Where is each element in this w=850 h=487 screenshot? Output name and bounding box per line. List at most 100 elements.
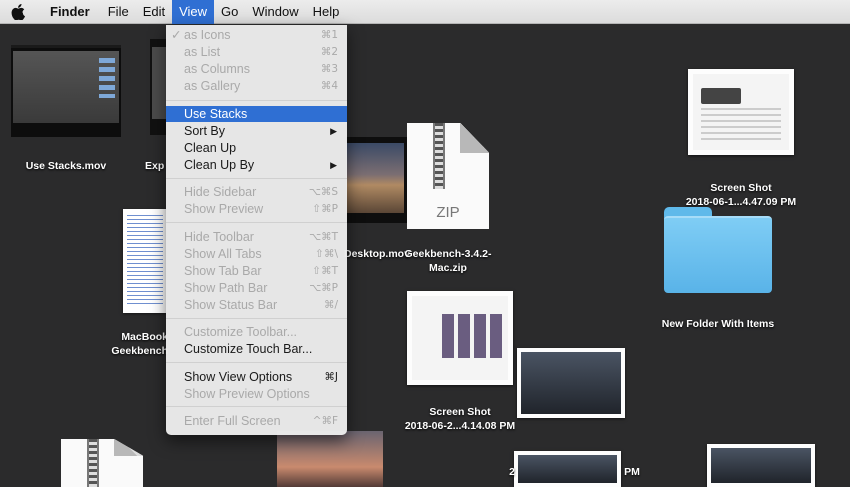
menu-separator <box>166 178 347 179</box>
menu-item-show-preview[interactable]: Show Preview ⇧⌘P <box>166 201 347 217</box>
menu-item-customize-touch-bar[interactable]: Customize Touch Bar... <box>166 341 347 357</box>
screenshot-grid <box>442 314 504 358</box>
shortcut-label: ⌥⌘P <box>309 282 338 294</box>
zip-file-icon-2[interactable] <box>61 439 143 487</box>
screenshot-thumbnail-6[interactable] <box>707 444 815 487</box>
icon-label-new-folder: New Folder With Items <box>661 318 775 330</box>
screenshot-content <box>701 88 741 104</box>
desert-image <box>346 143 404 213</box>
menu-item-label: Clean Up <box>184 141 237 155</box>
video-icons <box>99 58 115 98</box>
desktop-video-thumbnail[interactable] <box>346 137 408 223</box>
exp-frame <box>152 47 166 119</box>
shortcut-label: ⌥⌘T <box>308 231 338 243</box>
desktop: Use Stacks.mov Exp Desktop.mov ZIP Geekb… <box>0 25 850 487</box>
menu-item-as-columns[interactable]: as Columns ⌘3 <box>166 61 347 77</box>
menu-item-customize-toolbar[interactable]: Customize Toolbar... <box>166 324 347 340</box>
menu-separator <box>166 222 347 223</box>
icon-label-macbook-geekbench: MacBook Geekbench <box>111 331 168 357</box>
menu-item-label: as Gallery <box>184 79 241 93</box>
zipper-icon-2 <box>87 439 100 487</box>
menu-item-label: Hide Toolbar <box>184 230 254 244</box>
menu-item-label: Show Status Bar <box>184 298 278 312</box>
menu-item-clean-up[interactable]: Clean Up <box>166 140 347 156</box>
shortcut-label: ⌘3 <box>320 63 338 75</box>
menu-item-label: Show View Options <box>184 370 293 384</box>
icon-label-exp: Exp <box>145 160 165 172</box>
icon-label-screenshot-2: Screen Shot 2018-06-2...4.14.08 PM <box>404 406 516 432</box>
zip-file-icon[interactable]: ZIP <box>407 123 489 229</box>
submenu-arrow-icon: ▶ <box>330 126 337 136</box>
icon-label-partial-pm: PM <box>624 466 640 478</box>
document-thumbnail[interactable] <box>123 209 166 313</box>
use-stacks-video-thumbnail[interactable] <box>11 45 121 137</box>
apple-menu-icon[interactable] <box>11 3 29 21</box>
menu-item-as-list[interactable]: as List ⌘2 <box>166 44 347 60</box>
menu-item-label: Show Path Bar <box>184 281 268 295</box>
page-fold <box>460 123 489 153</box>
menu-item-show-path-bar[interactable]: Show Path Bar ⌥⌘P <box>166 280 347 296</box>
menu-item-label: as List <box>184 45 221 59</box>
menu-separator <box>166 100 347 101</box>
menu-item-show-view-options[interactable]: Show View Options ⌘J <box>166 369 347 385</box>
shortcut-label: ⌘1 <box>320 29 338 41</box>
menu-item-sort-by[interactable]: Sort By ▶ <box>166 123 347 139</box>
menu-item-show-preview-options[interactable]: Show Preview Options <box>166 386 347 402</box>
menu-separator <box>166 318 347 319</box>
shortcut-label: ⌘4 <box>320 80 338 92</box>
folder-body <box>664 216 772 293</box>
menu-bar: Finder File Edit View Go Window Help <box>0 0 850 24</box>
menu-item-hide-sidebar[interactable]: Hide Sidebar ⌥⌘S <box>166 184 347 200</box>
menu-file[interactable]: File <box>101 0 136 24</box>
screenshot-thumbnail-3[interactable] <box>517 348 625 418</box>
menu-go[interactable]: Go <box>214 0 245 24</box>
menu-item-label: as Columns <box>184 62 250 76</box>
screenshot-dark <box>521 352 621 414</box>
shortcut-label: ⌥⌘S <box>308 186 338 198</box>
menu-view[interactable]: View <box>172 0 215 24</box>
page-fold-2 <box>114 439 143 456</box>
menu-item-as-gallery[interactable]: as Gallery ⌘4 <box>166 78 347 94</box>
menu-item-use-stacks[interactable]: Use Stacks <box>166 106 347 122</box>
menu-item-as-icons[interactable]: ✓ as Icons ⌘1 <box>166 27 347 43</box>
menu-separator <box>166 406 347 407</box>
menu-finder[interactable]: Finder <box>43 0 97 24</box>
shortcut-label: ⇧⌘P <box>312 203 338 215</box>
menu-separator <box>166 362 347 363</box>
icon-label-geekbench-zip: Geekbench-3.4.2- Mac.zip <box>404 248 492 274</box>
exp-thumbnail[interactable] <box>150 39 166 135</box>
shortcut-label: ⇧⌘\ <box>315 248 338 260</box>
icon-label-partial-2: 2 <box>509 466 515 478</box>
menu-item-show-status-bar[interactable]: Show Status Bar ⌘/ <box>166 297 347 313</box>
menu-edit[interactable]: Edit <box>136 0 172 24</box>
zip-file-type: ZIP <box>436 204 460 221</box>
shortcut-label: ⌘2 <box>320 46 338 58</box>
screenshot-thumbnail-1[interactable] <box>688 69 794 155</box>
menu-item-label: Sort By <box>184 124 225 138</box>
screenshot-thumbnail-5[interactable] <box>514 451 621 487</box>
menu-item-label: Customize Touch Bar... <box>184 342 313 356</box>
screenshot-thumbnail-2[interactable] <box>407 291 513 385</box>
screenshot-dark-6 <box>711 448 811 483</box>
menu-item-label: Enter Full Screen <box>184 414 281 428</box>
menu-item-label: Use Stacks <box>184 107 248 121</box>
menu-window[interactable]: Window <box>245 0 305 24</box>
shortcut-label: ⌘/ <box>323 299 338 311</box>
view-menu: ✓ as Icons ⌘1 as List ⌘2 as Columns ⌘3 a… <box>166 25 347 435</box>
menu-item-clean-up-by[interactable]: Clean Up By ▶ <box>166 157 347 173</box>
menu-item-hide-toolbar[interactable]: Hide Toolbar ⌥⌘T <box>166 229 347 245</box>
screenshot-thumbnail-4[interactable] <box>277 431 383 487</box>
menu-item-enter-full-screen[interactable]: Enter Full Screen ^⌘F <box>166 413 347 429</box>
icon-label-screenshot-1: Screen Shot 2018-06-1...4.47.09 PM <box>685 182 797 208</box>
menu-item-label: Customize Toolbar... <box>184 325 298 339</box>
menu-item-label: as Icons <box>184 28 231 42</box>
screenshot-dark-5 <box>518 455 617 483</box>
document-lines <box>127 215 163 305</box>
icon-label-use-stacks: Use Stacks.mov <box>25 160 107 172</box>
menu-item-show-tab-bar[interactable]: Show Tab Bar ⇧⌘T <box>166 263 347 279</box>
menu-item-show-all-tabs[interactable]: Show All Tabs ⇧⌘\ <box>166 246 347 262</box>
folder-icon[interactable] <box>664 207 772 293</box>
shortcut-label: ⌘J <box>324 371 338 383</box>
menu-item-label: Show All Tabs <box>184 247 262 261</box>
menu-help[interactable]: Help <box>306 0 347 24</box>
